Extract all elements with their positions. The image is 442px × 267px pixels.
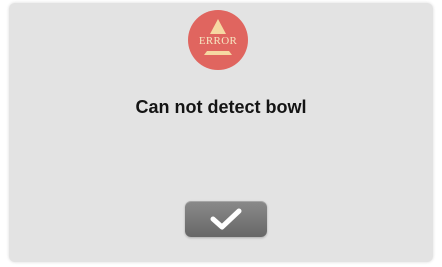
confirm-button[interactable] <box>185 201 267 237</box>
error-label: ERROR <box>198 35 238 47</box>
checkmark-icon <box>210 208 242 230</box>
error-badge: ERROR <box>188 10 248 70</box>
error-message: Can not detect bowl <box>135 97 307 117</box>
